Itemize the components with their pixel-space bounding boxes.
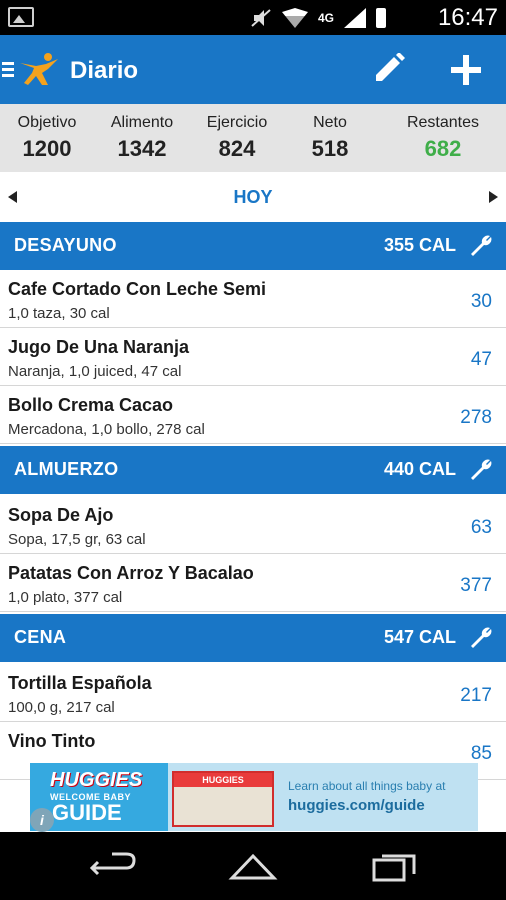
edit-icon[interactable]: [368, 53, 408, 87]
ad-banner[interactable]: HUGGIES WELCOME BABY GUIDE HUGGIES Learn…: [30, 763, 478, 831]
food-name: Sopa De Ajo: [8, 505, 114, 525]
date-navigation: HOY: [0, 172, 506, 222]
summary-goal: Objetivo 1200: [12, 114, 82, 162]
food-name: Bollo Crema Cacao: [8, 395, 174, 415]
meal-calories: 440 CAL: [383, 459, 456, 479]
app-header: Diario: [0, 35, 506, 104]
food-detail: Sopa, 17,5 gr, 63 cal: [8, 531, 146, 548]
food-detail: Naranja, 1,0 juiced, 47 cal: [8, 363, 182, 380]
ad-url: huggies.com/guide: [288, 797, 425, 814]
food-name: Cafe Cortado Con Leche Semi: [8, 279, 267, 299]
wrench-icon[interactable]: [468, 625, 494, 651]
wrench-icon[interactable]: [468, 233, 494, 259]
food-name: Patatas Con Arroz Y Bacalao: [8, 563, 254, 583]
ad-brand-logo: HUGGIES: [50, 769, 143, 791]
gallery-notification-icon: [8, 7, 34, 27]
summary-value: 824: [218, 136, 256, 161]
food-calories: 85: [470, 743, 492, 764]
next-day-icon[interactable]: [489, 191, 498, 203]
meal-name: DESAYUNO: [14, 235, 117, 255]
mute-icon: [250, 8, 272, 28]
menu-icon[interactable]: [2, 62, 14, 77]
summary-value: 518: [311, 136, 349, 161]
food-entry[interactable]: Bollo Crema Cacao Mercadona, 1,0 bollo, …: [0, 386, 506, 444]
battery-icon: [376, 8, 386, 28]
food-entry[interactable]: Sopa De Ajo Sopa, 17,5 gr, 63 cal 63: [0, 496, 506, 554]
food-detail: 100,0 g, 217 cal: [8, 699, 115, 716]
meal-calories: 355 CAL: [383, 235, 456, 255]
signal-icon: [344, 8, 366, 28]
meal-calories: 547 CAL: [383, 627, 456, 647]
add-icon[interactable]: [446, 51, 486, 89]
food-entry[interactable]: Patatas Con Arroz Y Bacalao 1,0 plato, 3…: [0, 554, 506, 612]
food-detail: Mercadona, 1,0 bollo, 278 cal: [8, 421, 205, 438]
summary-net: Neto 518: [296, 114, 364, 162]
status-bar: 4G 16:47: [0, 0, 506, 35]
calorie-summary: Objetivo 1200 Alimento 1342 Ejercicio 82…: [0, 104, 506, 172]
food-name: Vino Tinto: [8, 731, 96, 751]
food-calories: 30: [470, 291, 492, 312]
home-icon[interactable]: [228, 850, 278, 884]
food-entry[interactable]: Cafe Cortado Con Leche Semi 1,0 taza, 30…: [0, 270, 506, 328]
network-type-label: 4G: [317, 11, 334, 25]
summary-value: 682: [424, 136, 462, 161]
ad-info-icon[interactable]: i: [30, 808, 54, 832]
meal-header-cena[interactable]: CENA 547 CAL: [0, 614, 506, 662]
ad-product-image: HUGGIES: [172, 771, 274, 827]
summary-label: Objetivo: [17, 114, 77, 131]
food-entry[interactable]: Tortilla Española 100,0 g, 217 cal 217: [0, 664, 506, 722]
current-date-label[interactable]: HOY: [0, 187, 506, 208]
summary-value: 1342: [117, 136, 167, 161]
wrench-icon[interactable]: [468, 457, 494, 483]
ad-text: Learn about all things baby at: [288, 779, 446, 793]
summary-food: Alimento 1342: [104, 114, 180, 162]
food-calories: 217: [460, 685, 492, 706]
summary-label: Restantes: [406, 114, 480, 131]
food-entry[interactable]: Jugo De Una Naranja Naranja, 1,0 juiced,…: [0, 328, 506, 386]
clock: 16:47: [437, 4, 498, 31]
summary-value: 1200: [22, 136, 72, 161]
summary-label: Alimento: [110, 114, 174, 131]
summary-remaining: Restantes 682: [396, 114, 490, 162]
page-title: Diario: [70, 57, 139, 84]
summary-label: Ejercicio: [206, 114, 268, 131]
app-logo-icon[interactable]: [18, 51, 62, 89]
food-detail: 1,0 taza, 30 cal: [8, 305, 110, 322]
food-calories: 377: [460, 575, 492, 596]
meal-name: CENA: [14, 627, 67, 647]
summary-label: Neto: [313, 114, 347, 131]
food-name: Jugo De Una Naranja: [8, 337, 190, 357]
food-detail: 1,0 plato, 377 cal: [8, 589, 123, 606]
wifi-icon: [281, 8, 308, 28]
food-name: Tortilla Española: [8, 673, 152, 693]
food-calories: 278: [460, 407, 492, 428]
recent-apps-icon[interactable]: [370, 850, 420, 884]
ad-guide-label: GUIDE: [52, 800, 122, 825]
meal-name: ALMUERZO: [14, 459, 119, 479]
food-calories: 63: [470, 517, 492, 538]
summary-exercise: Ejercicio 824: [200, 114, 274, 162]
meal-header-desayuno[interactable]: DESAYUNO 355 CAL: [0, 222, 506, 270]
food-calories: 47: [470, 349, 492, 370]
status-icons: 4G: [250, 8, 386, 28]
system-nav-bar: [0, 832, 506, 900]
back-icon[interactable]: [88, 850, 138, 884]
ad-pack-label: HUGGIES: [174, 773, 272, 787]
meal-header-almuerzo[interactable]: ALMUERZO 440 CAL: [0, 446, 506, 494]
